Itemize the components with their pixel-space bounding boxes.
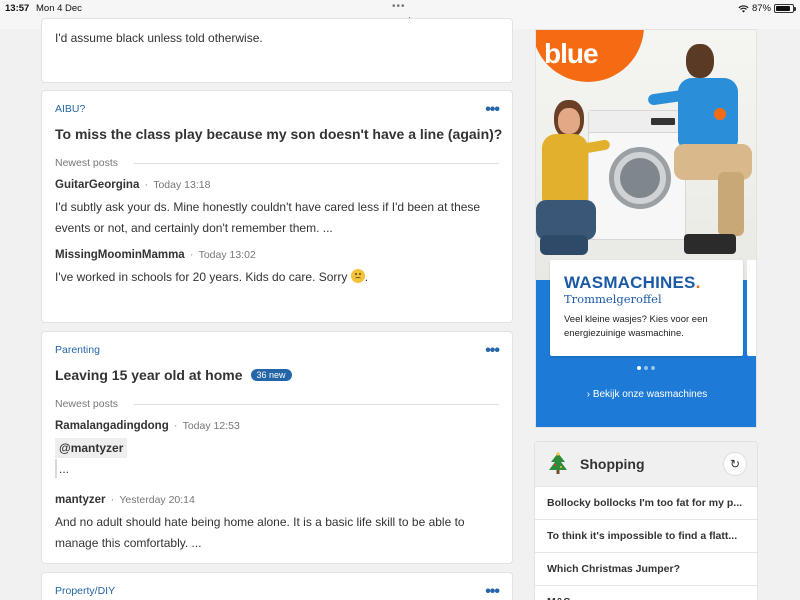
username[interactable]: GuitarGeorgina [55, 179, 139, 191]
thread-card[interactable]: I'd assume black unless told otherwise. [41, 18, 513, 83]
logo-text: blue [544, 38, 599, 69]
shopping-header: Shopping ↻ [535, 442, 757, 486]
shopping-thread-link[interactable]: Bollocky bollocks I'm too fat for my p..… [535, 486, 757, 519]
more-options-icon[interactable]: ••• [485, 343, 500, 359]
quoted-mention[interactable]: @mantyzer [55, 438, 128, 458]
disappointed-face-icon [350, 269, 365, 283]
post-time: Today 13:18 [153, 179, 211, 191]
post-time: Yesterday 20:14 [119, 494, 195, 506]
shopping-title: Shopping [580, 456, 645, 472]
newest-posts-label: Newest posts [55, 398, 119, 410]
advertisement[interactable]: blue WASMACHINES. Trommelgeroffel Veel k… [535, 29, 757, 428]
post-body: And no adult should hate being home alon… [55, 515, 465, 550]
shopping-widget: Shopping ↻ Bollocky bollocks I'm too fat… [534, 441, 758, 600]
multitasking-dots-icon[interactable]: ••• [392, 1, 406, 12]
thread-title[interactable]: To miss the class play because my son do… [55, 126, 502, 142]
ad-description: Veel kleine wasjes? Kies voor een energi… [564, 314, 708, 339]
newest-posts-label: Newest posts [55, 157, 119, 169]
post-header: GuitarGeorgina · Today 13:18 [55, 179, 211, 191]
category-link[interactable]: Property/DIY [55, 585, 115, 597]
thread-title[interactable]: Leaving 15 year old at home 36 new [55, 367, 292, 383]
refresh-button[interactable]: ↻ [723, 452, 747, 476]
quote-bar [55, 459, 57, 478]
carousel-dots[interactable] [637, 366, 655, 370]
post-header: Ramalangadingdong · Today 12:53 [55, 420, 240, 432]
username[interactable]: MissingMoominMamma [55, 249, 185, 261]
shopping-thread-link[interactable]: To think it's impossible to find a flatt… [535, 519, 757, 552]
post-body: I've worked in schools for 20 years. Kid… [55, 267, 496, 288]
post-text-suffix: . [364, 270, 369, 284]
date: Mon 4 Dec [36, 3, 82, 14]
refresh-icon: ↻ [729, 457, 741, 471]
category-link[interactable]: Parenting [55, 344, 100, 356]
status-indicators: 87% [738, 3, 796, 14]
chevron-right-icon: › [586, 389, 591, 400]
battery-icon [774, 4, 796, 13]
post-time: Today 13:02 [198, 249, 256, 261]
divider [134, 163, 499, 164]
thread-card[interactable]: Parenting ••• Leaving 15 year old at hom… [41, 331, 513, 564]
carousel-dot[interactable] [637, 366, 641, 370]
ad-subtitle: Trommelgeroffel [564, 292, 662, 306]
shopping-thread-link[interactable]: M&S [535, 585, 757, 600]
post-body: I'd subtly ask your ds. Mine honestly co… [55, 200, 481, 235]
woman-image [536, 100, 611, 280]
post-text: I've worked in schools for 20 years. Kid… [55, 270, 348, 284]
thread-card[interactable]: AIBU? ••• To miss the class play because… [41, 90, 513, 323]
username[interactable]: mantyzer [55, 494, 106, 506]
post-header: mantyzer · Yesterday 20:14 [55, 494, 195, 506]
more-options-icon[interactable]: ••• [485, 584, 500, 600]
thread-card[interactable]: Property/DIY ••• [41, 572, 513, 600]
wifi-icon [738, 4, 749, 13]
thread-title-text: Leaving 15 year old at home [55, 367, 243, 383]
post-header: MissingMoominMamma · Today 13:02 [55, 249, 256, 261]
christmas-tree-icon [549, 452, 567, 474]
ad-slide-card[interactable]: WASMACHINES. Trommelgeroffel Veel kleine… [550, 260, 743, 356]
ad-cta-link[interactable]: › Bekijk onze wasmachines [536, 389, 756, 400]
more-options-icon[interactable]: ••• [485, 102, 500, 118]
battery-percent: 87% [751, 3, 771, 14]
post-body: ... [59, 462, 70, 476]
ad-brand: WASMACHINES. [564, 273, 701, 292]
ad-next-slide[interactable] [747, 260, 756, 356]
technician-image [647, 44, 756, 280]
clock: 13:57 [5, 3, 30, 14]
carousel-dot[interactable] [644, 366, 648, 370]
post-body: I'd assume black unless told otherwise. [55, 31, 263, 45]
new-posts-badge: 36 new [250, 369, 292, 381]
post-time: Today 12:53 [182, 420, 240, 432]
divider [134, 404, 499, 405]
category-link[interactable]: AIBU? [55, 103, 85, 115]
shopping-thread-link[interactable]: Which Christmas Jumper? [535, 552, 757, 585]
carousel-dot[interactable] [651, 366, 655, 370]
username[interactable]: Ramalangadingdong [55, 420, 169, 432]
